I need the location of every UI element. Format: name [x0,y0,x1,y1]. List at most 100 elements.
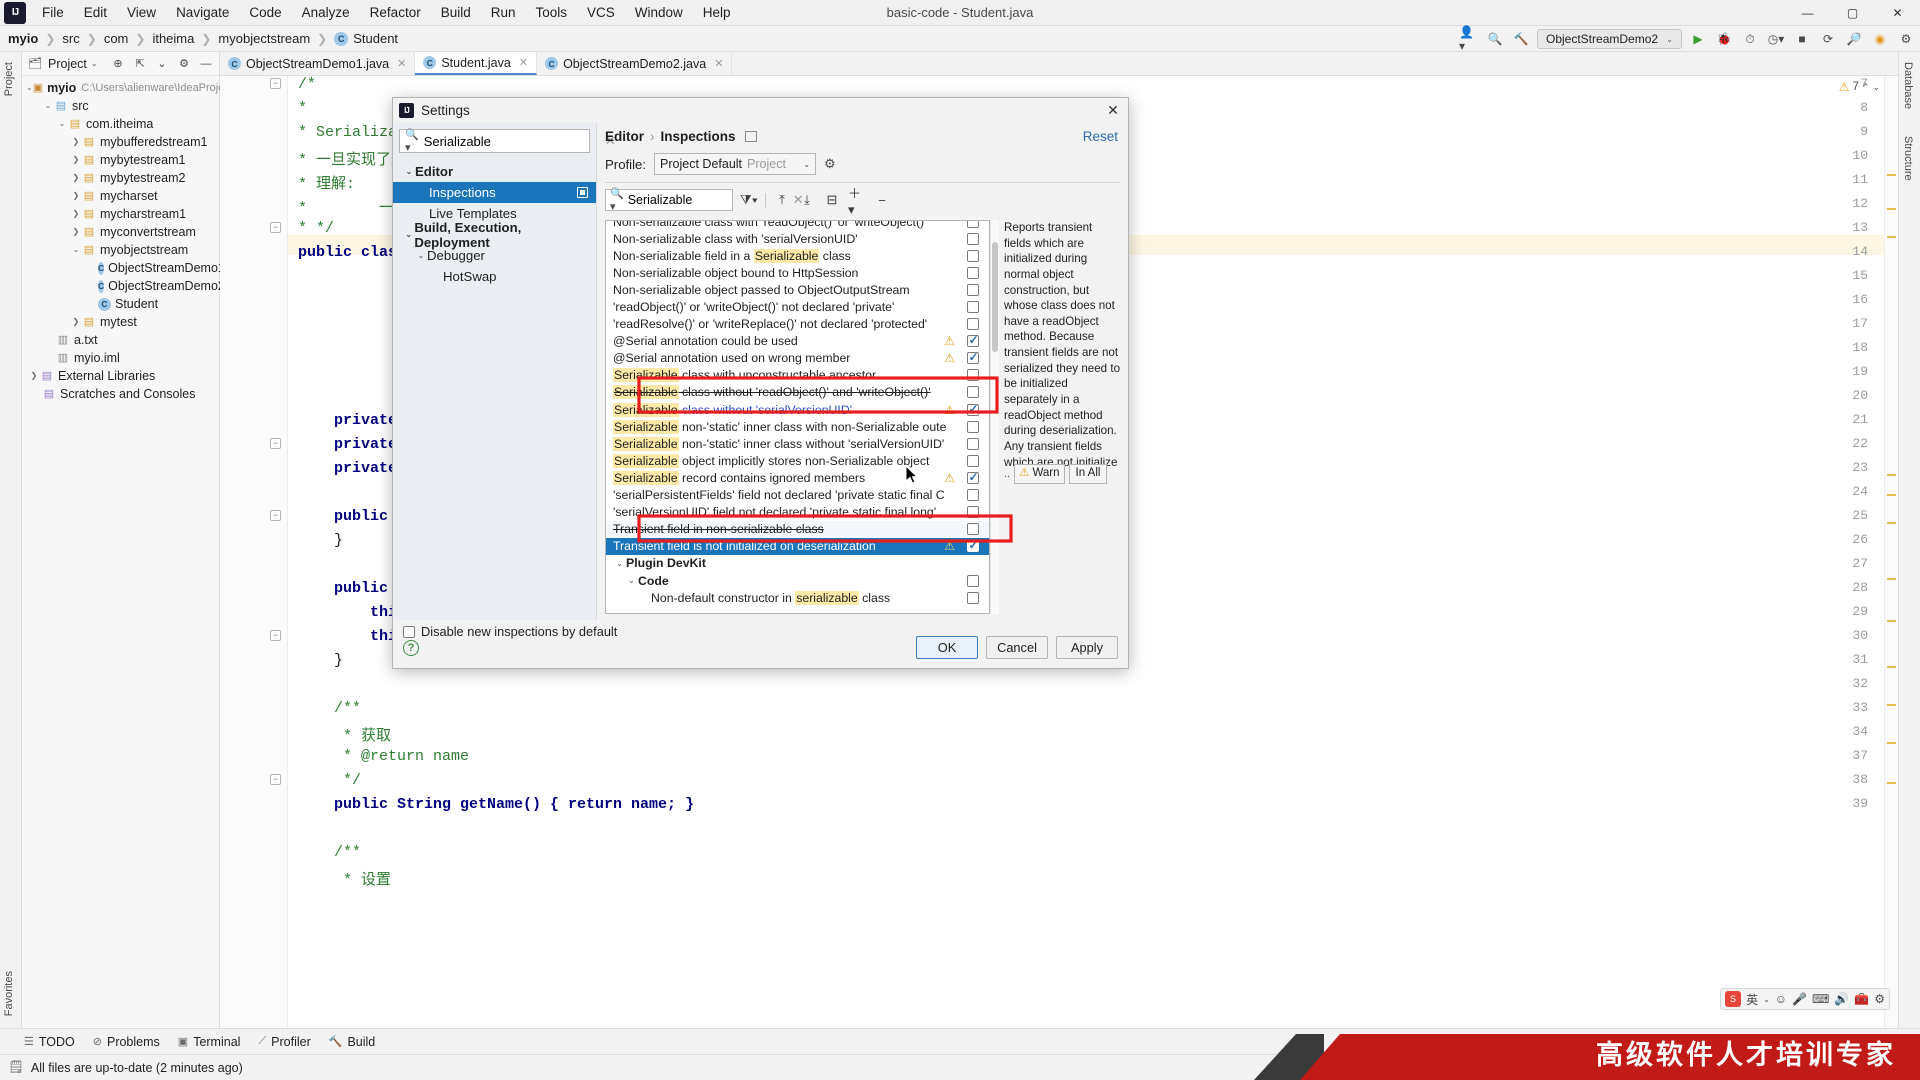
tab-objectstreamdemo2[interactable]: C ObjectStreamDemo2.java ✕ [537,52,733,75]
keyboard-icon[interactable]: ⌨ [1812,992,1829,1006]
menu-file[interactable]: File [32,0,74,26]
close-icon[interactable]: ✕ [714,57,723,70]
scope-selector[interactable]: In All [1068,464,1108,484]
inspection-filter-box[interactable]: 🔍▾ ✕ [605,188,804,213]
tool-profiler[interactable]: ⟋ Profiler [258,1035,310,1049]
fold-icon[interactable]: − [270,438,281,449]
editor-tabs[interactable]: C ObjectStreamDemo1.java ✕ C Student.jav… [220,52,1898,76]
inspection-checkbox[interactable] [967,249,979,262]
stripe-database[interactable]: Database [1902,56,1914,115]
tree-node-student[interactable]: C Student [22,295,219,313]
collapse-all-icon[interactable]: ⤓ [798,191,816,209]
inspection-checkbox[interactable] [967,333,979,348]
inspection-checkbox[interactable] [967,454,979,467]
inspection-checkbox[interactable] [967,369,979,382]
inspection-row[interactable]: Serializable class with unconstructable … [606,367,989,384]
project-tree[interactable]: ⌄ ▣ myio C:\Users\alienware\IdeaProje ⌄ … [22,76,225,403]
gear-icon[interactable]: ⚙ [1874,992,1885,1006]
stripe-structure[interactable]: Structure [1902,130,1914,187]
nav-item-inspections[interactable]: Inspections [393,182,596,203]
dialog-close-button[interactable]: ✕ [1102,100,1124,120]
inspection-row[interactable]: 'readResolve()' or 'writeReplace()' not … [606,316,989,333]
tree-node-mycharset[interactable]: ❯ ▤ mycharset [22,187,219,205]
tree-node-myobjectstream[interactable]: ⌄ ▤ myobjectstream [22,241,219,259]
run-configuration-selector[interactable]: ObjectStreamDemo2 ⌄ [1537,29,1682,49]
inspection-row[interactable]: Non-serializable class with 'serialVersi… [606,230,989,247]
ok-button[interactable]: OK [916,636,978,659]
inspection-row[interactable]: Transient field in non-serializable clas… [606,520,989,538]
tree-node-objectstreamdemo1[interactable]: C ObjectStreamDemo1 [22,259,225,277]
editor-marker-bar[interactable] [1884,76,1898,1028]
inspection-row[interactable]: @Serial annotation used on wrong member … [606,350,989,367]
sogou-icon[interactable]: S [1725,991,1742,1007]
inspection-checkbox[interactable] [967,506,979,519]
settings-category-tree[interactable]: ⌄ Editor Inspections Live Templates ⌄ Bu… [393,161,596,287]
settings-search-input[interactable] [423,133,600,149]
debug-button[interactable]: 🐞 [1714,29,1734,49]
inspection-checkbox[interactable] [967,283,979,296]
nav-item-debugger[interactable]: ⌄ Debugger [399,245,590,266]
profile-selector[interactable]: Project Default Project ⌄ [654,153,817,175]
settings-icon[interactable]: ⌄ [153,55,171,73]
close-button[interactable]: ✕ [1875,0,1920,26]
inspection-checkbox[interactable] [967,538,979,553]
search-everywhere-icon[interactable]: 🔍 [1485,29,1505,49]
tree-node-objectstreamdemo2[interactable]: C ObjectStreamDemo2 [22,277,225,295]
notifications-icon[interactable]: ◉ [1870,29,1890,49]
inspection-widget[interactable]: ⚠ 7 ⌃ ⌄ [1839,80,1880,94]
tool-build[interactable]: 🔨 Build [329,1035,376,1049]
apply-button[interactable]: Apply [1056,636,1118,659]
remove-icon[interactable]: − [873,191,891,209]
inspection-row[interactable]: Non-serializable object bound to HttpSes… [606,264,989,281]
tree-node-mybufferedstream1[interactable]: ❯ ▤ mybufferedstream1 [22,133,219,151]
menu-tools[interactable]: Tools [526,0,578,26]
inspection-list-scrollbar[interactable] [990,220,999,614]
menu-window[interactable]: Window [625,0,693,26]
tree-node-mybytestream1[interactable]: ❯ ▤ mybytestream1 [22,151,219,169]
disable-new-inspections-checkbox[interactable]: Disable new inspections by default [403,624,617,639]
menu-edit[interactable]: Edit [74,0,117,26]
inspection-row[interactable]: Non-serializable class with 'readObject(… [606,221,989,230]
hide-icon[interactable]: — [197,55,215,73]
menu-refactor[interactable]: Refactor [360,0,431,26]
tree-node-com-itheima[interactable]: ⌄ ▤ com.itheima [22,115,219,133]
locate-icon[interactable]: ⊕ [109,55,127,73]
inspection-row[interactable]: 'serialPersistentFields' field not decla… [606,487,989,504]
fold-icon[interactable]: − [270,774,281,785]
cancel-button[interactable]: Cancel [986,636,1048,659]
editor-gutter[interactable] [220,76,288,1028]
gear-icon[interactable]: ⚙ [175,55,193,73]
nav-item-build-execution-deployment[interactable]: ⌄ Build, Execution, Deployment [399,220,590,250]
settings-gear-icon[interactable]: ⚙ [1896,29,1916,49]
breadcrumb-myobjectstream[interactable]: myobjectstream [218,31,310,46]
menu-build[interactable]: Build [431,0,481,26]
inspection-checkbox[interactable] [967,437,979,450]
filter-icon[interactable]: ⧩▾ [740,191,758,209]
inspection-group-code[interactable]: ⌄ Code [606,572,989,589]
chevron-down-icon[interactable]: ⌄ [91,59,98,68]
fold-icon[interactable]: − [270,630,281,641]
fold-icon[interactable]: − [270,510,281,521]
inspection-checkbox[interactable] [967,232,979,245]
tree-node-mytest[interactable]: ❯ ▤ mytest [22,313,219,331]
menu-run[interactable]: Run [481,0,526,26]
chevron-up-icon[interactable]: ⌃ [1862,82,1870,93]
inspection-row[interactable]: 'serialVersionUID' field not declared 'p… [606,504,989,521]
inspection-row[interactable]: Serializable object implicitly stores no… [606,452,989,469]
inspection-checkbox[interactable] [967,591,979,604]
breadcrumb-src[interactable]: src [62,31,79,46]
inspection-checkbox[interactable] [967,402,979,416]
inspection-row[interactable]: Serializable non-'static' inner class wi… [606,435,989,452]
inspection-row[interactable]: Serializable non-'static' inner class wi… [606,418,989,435]
inspection-checkbox[interactable] [967,420,979,433]
vcs-update-icon[interactable]: ⟳ [1818,29,1838,49]
inspection-list[interactable]: Non-serializable class with 'readObject(… [605,220,990,614]
stripe-project[interactable]: Project [3,56,15,102]
close-icon[interactable]: ✕ [397,57,406,70]
close-icon[interactable]: ✕ [519,56,528,69]
help-button[interactable]: ? [403,640,419,656]
inspection-checkbox[interactable] [967,221,979,228]
tree-node-myio-iml[interactable]: ▥ myio.iml [22,349,219,367]
breadcrumb-itheima[interactable]: itheima [152,31,194,46]
tab-objectstreamdemo1[interactable]: C ObjectStreamDemo1.java ✕ [220,52,416,75]
